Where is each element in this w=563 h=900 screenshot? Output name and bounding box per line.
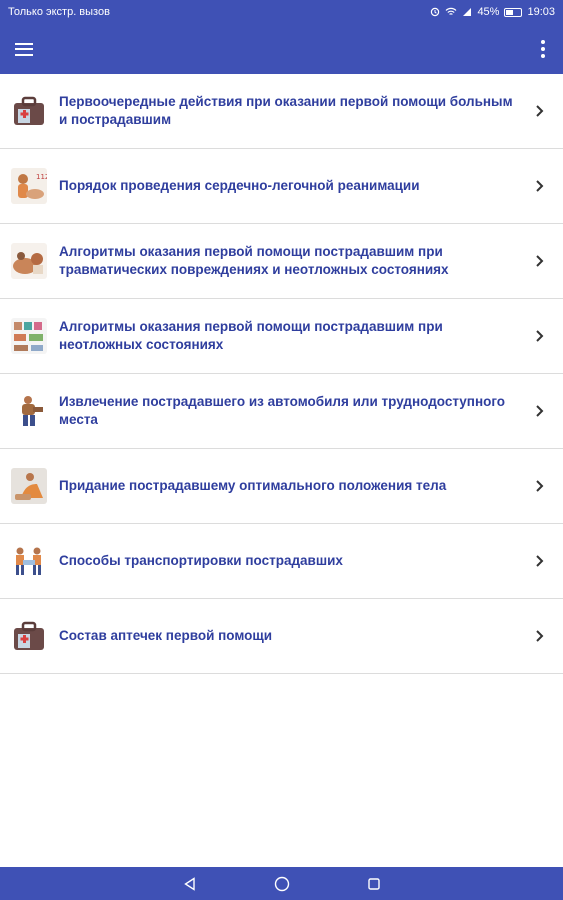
chevron-right-icon (525, 630, 555, 642)
chevron-right-icon (525, 330, 555, 342)
list-item[interactable]: Алгоритмы оказания первой помощи пострад… (0, 224, 563, 299)
cpr-icon: 112 (11, 168, 47, 204)
list-item[interactable]: Состав аптечек первой помощи (0, 599, 563, 674)
menu-button[interactable] (0, 24, 48, 74)
emergency-icon (11, 318, 47, 354)
back-triangle-icon (183, 876, 195, 891)
svg-text:112: 112 (36, 173, 47, 181)
back-button[interactable] (179, 873, 201, 895)
alarm-icon (431, 7, 440, 17)
hamburger-menu-icon (15, 42, 33, 56)
recents-button[interactable] (363, 873, 385, 895)
chevron-right-icon (525, 405, 555, 417)
list-item-title: Способы транспортировки пострадавших (59, 553, 343, 568)
first-aid-kit-icon (11, 618, 47, 654)
chevron-right-icon (525, 555, 555, 567)
list-item[interactable]: Алгоритмы оказания первой помощи пострад… (0, 299, 563, 374)
clock: 19:03 (527, 6, 555, 18)
rescue-icon (11, 393, 47, 429)
topics-list: Первоочередные действия при оказании пер… (0, 74, 563, 674)
list-item[interactable]: Способы транспортировки пострадавших (0, 524, 563, 599)
list-item-title: Состав аптечек первой помощи (59, 628, 273, 643)
system-navigation-bar (0, 867, 563, 900)
home-circle-icon (274, 876, 289, 891)
list-item-title: Извлечение пострадавшего из автомобиля и… (59, 394, 506, 427)
more-options-button[interactable] (523, 24, 563, 74)
bandage-icon (11, 243, 47, 279)
more-vert-icon (541, 40, 545, 44)
chevron-right-icon (525, 255, 555, 267)
home-button[interactable] (271, 873, 293, 895)
transport-icon (11, 543, 47, 579)
list-item[interactable]: Извлечение пострадавшего из автомобиля и… (0, 374, 563, 449)
list-item[interactable]: Первоочередные действия при оказании пер… (0, 74, 563, 149)
list-item-title: Придание пострадавшему оптимального поло… (59, 478, 447, 493)
chevron-right-icon (525, 480, 555, 492)
chevron-right-icon (525, 105, 555, 117)
list-item-title: Порядок проведения сердечно-легочной реа… (59, 178, 420, 193)
list-item[interactable]: 112 Порядок проведения сердечно-легочной… (0, 149, 563, 224)
recovery-position-icon (11, 468, 47, 504)
battery-icon (504, 7, 523, 17)
list-item-title: Алгоритмы оказания первой помощи пострад… (59, 319, 443, 352)
wifi-icon (446, 7, 457, 15)
recents-square-icon (367, 877, 380, 890)
status-indicators: 45% 19:03 (430, 6, 555, 18)
first-aid-kit-icon (11, 93, 47, 129)
app-bar (0, 24, 563, 74)
list-item[interactable]: Придание пострадавшему оптимального поло… (0, 449, 563, 524)
list-item-title: Первоочередные действия при оказании пер… (59, 94, 513, 127)
status-bar: Только экстр. вызов 45% 19:03 (0, 0, 563, 24)
carrier-text: Только экстр. вызов (8, 6, 110, 18)
signal-icon (463, 8, 472, 16)
list-item-title: Алгоритмы оказания первой помощи пострад… (59, 244, 449, 277)
chevron-right-icon (525, 180, 555, 192)
battery-percent: 45% (477, 6, 500, 18)
